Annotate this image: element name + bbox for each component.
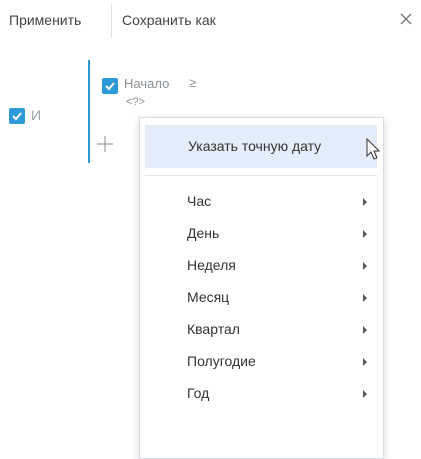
- submenu-arrow-icon: [363, 358, 367, 366]
- menu-item-label: Полугодие: [187, 353, 256, 369]
- mouse-cursor-icon: [366, 138, 381, 160]
- condition-operator[interactable]: ≥: [189, 75, 196, 90]
- menu-item-label: Квартал: [187, 321, 240, 337]
- menu-item-label: Месяц: [187, 289, 230, 305]
- condition-value[interactable]: <?>: [126, 96, 145, 108]
- plus-icon[interactable]: [96, 135, 114, 153]
- filter-toolbar: Применить Сохранить как: [0, 0, 421, 44]
- menu-item-label: Указать точную дату: [188, 138, 322, 154]
- menu-item-week[interactable]: Неделя: [145, 249, 377, 281]
- group-bracket: [88, 60, 90, 163]
- submenu-arrow-icon: [363, 326, 367, 334]
- apply-button[interactable]: Применить: [9, 12, 81, 28]
- submenu-arrow-icon: [363, 230, 367, 238]
- menu-item-label: Год: [187, 385, 210, 401]
- submenu-arrow-icon: [363, 262, 367, 270]
- submenu-arrow-icon: [363, 294, 367, 302]
- condition-column[interactable]: Начало: [124, 76, 169, 91]
- menu-item-label: Час: [187, 193, 212, 209]
- menu-item-day[interactable]: День: [145, 217, 377, 249]
- check-icon: [12, 112, 22, 121]
- menu-item-month[interactable]: Месяц: [145, 281, 377, 313]
- menu-item-year[interactable]: Год: [145, 377, 377, 409]
- menu-item-quarter[interactable]: Квартал: [145, 313, 377, 345]
- date-macro-menu: Указать точную дату Час День Неделя Меся…: [139, 117, 384, 459]
- menu-item-exact-date[interactable]: Указать точную дату: [145, 125, 377, 168]
- menu-divider: [145, 175, 377, 176]
- save-as-button[interactable]: Сохранить как: [122, 12, 216, 28]
- submenu-arrow-icon: [363, 390, 367, 398]
- menu-item-hour[interactable]: Час: [145, 185, 377, 217]
- close-icon[interactable]: [398, 11, 414, 27]
- menu-item-label: Неделя: [187, 257, 236, 273]
- submenu-arrow-icon: [363, 198, 367, 206]
- menu-item-half-year[interactable]: Полугодие: [145, 345, 377, 377]
- menu-item-label: День: [187, 225, 220, 241]
- toolbar-divider: [111, 4, 112, 38]
- group-checkbox[interactable]: [9, 108, 25, 124]
- check-icon: [105, 82, 115, 91]
- condition-checkbox[interactable]: [102, 78, 118, 94]
- group-operator-label[interactable]: И: [31, 107, 41, 123]
